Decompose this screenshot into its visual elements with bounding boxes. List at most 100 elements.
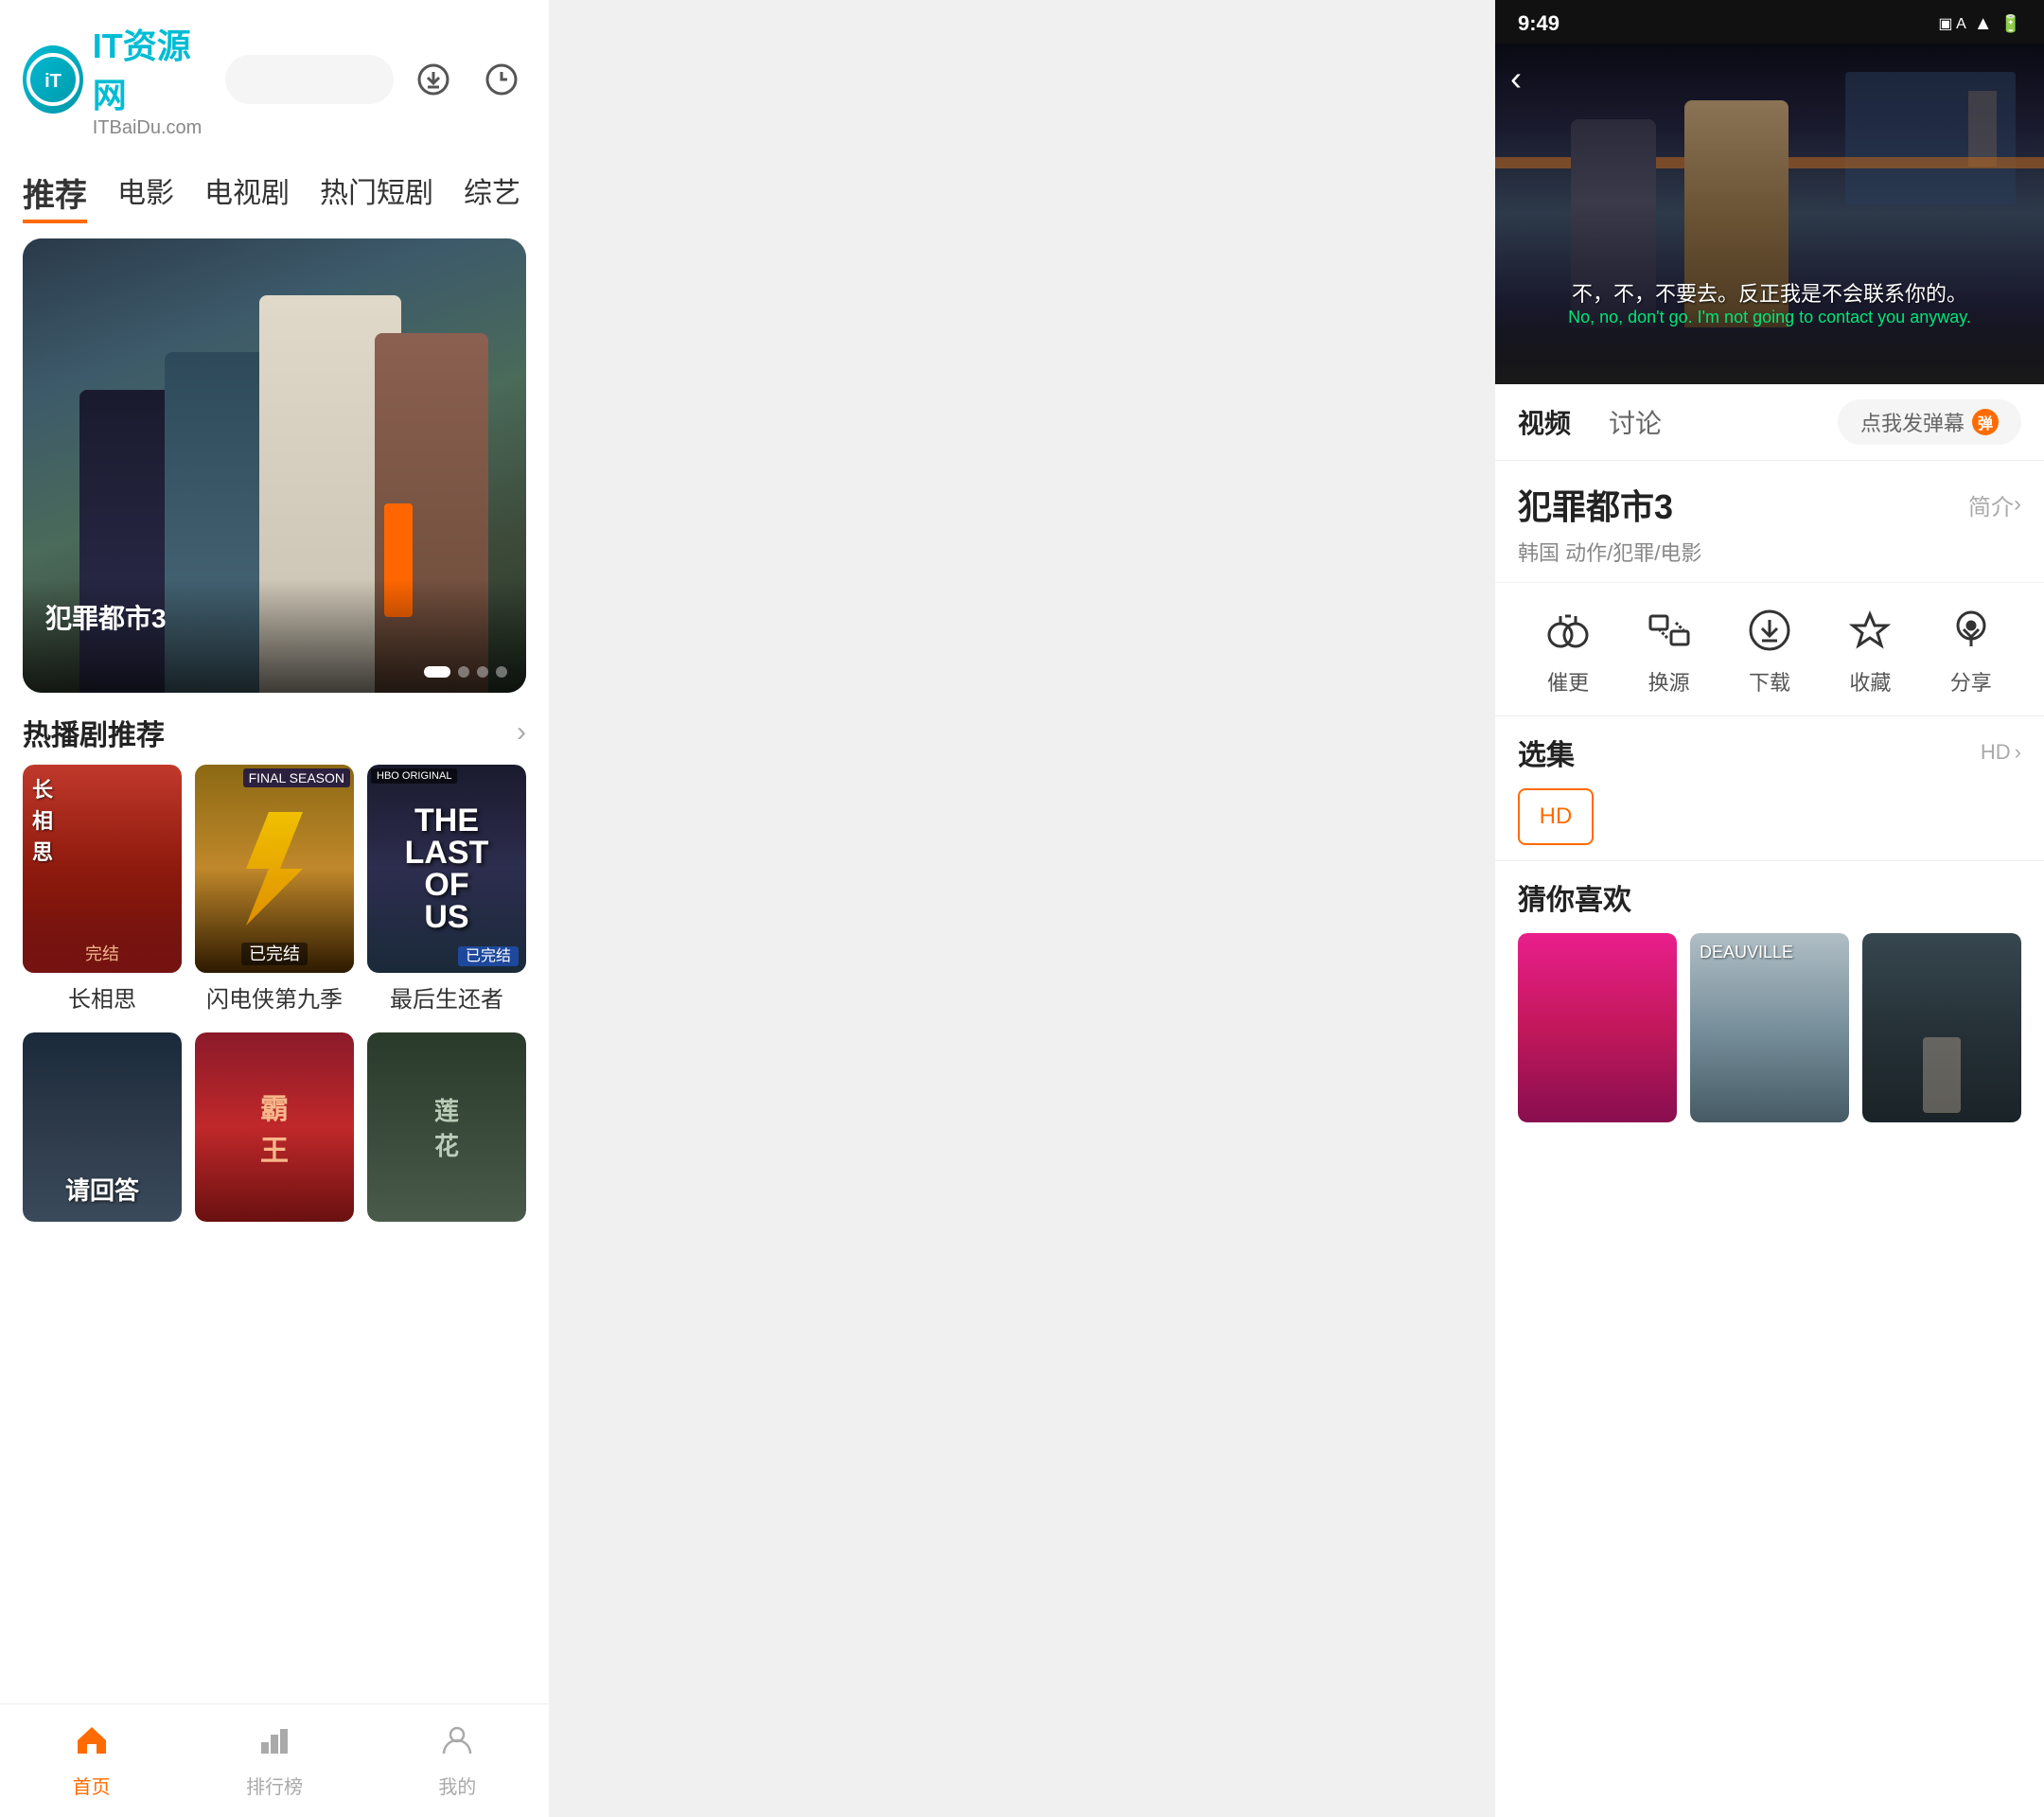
show-card-2[interactable]: FINAL SEASON 已完结 闪电侠第九季 — [195, 765, 354, 1017]
action-download-btn[interactable]: 下载 — [1741, 602, 1798, 697]
battery-icon: 🔋 — [2000, 14, 2021, 34]
action-more-label: 催更 — [1547, 666, 1589, 697]
hot-section-title: 热播剧推荐 — [23, 712, 165, 753]
hero-dots — [424, 666, 507, 678]
action-share-btn[interactable]: 分享 — [1943, 602, 2000, 697]
hero-banner[interactable]: 犯罪都市3 — [23, 238, 526, 693]
nav-home[interactable]: 首页 — [0, 1704, 183, 1817]
action-buttons: 催更 换源 下载 — [1495, 583, 2044, 716]
video-tabs: 视频 讨论 点我发弹幕 弹 — [1495, 384, 2044, 461]
hero-title: 犯罪都市3 — [45, 598, 167, 636]
header: iT IT资源网 ITBaiDu.com — [0, 0, 549, 158]
episode-hd-item[interactable]: HD — [1518, 788, 1594, 845]
tab-tv[interactable]: 电视剧 — [204, 166, 290, 223]
download-icon[interactable] — [409, 55, 458, 104]
action-download-label: 下载 — [1749, 666, 1790, 697]
hot-section-header: 热播剧推荐 › — [0, 693, 549, 765]
dot-1 — [424, 666, 450, 678]
tab-recommend[interactable]: 推荐 — [23, 166, 87, 223]
episode-section: 选集 HD › HD — [1495, 716, 2044, 861]
show-card-4[interactable]: 请回答 — [23, 1032, 182, 1222]
action-collect-label: 收藏 — [1849, 666, 1891, 697]
action-source-label: 换源 — [1648, 666, 1690, 697]
recommend-grid: DEAUVILLE — [1518, 933, 2021, 1122]
episode-list: HD — [1518, 788, 2021, 845]
rec-card-3[interactable] — [1862, 933, 2021, 1122]
search-bar[interactable] — [225, 55, 394, 104]
episode-title: 选集 — [1518, 732, 1575, 773]
left-panel: iT IT资源网 ITBaiDu.com — [0, 0, 549, 1817]
logo-main: IT资源网 — [93, 19, 210, 117]
action-source-btn[interactable]: 换源 — [1641, 602, 1698, 697]
logo-area: iT IT资源网 ITBaiDu.com — [23, 19, 210, 139]
show-card-5[interactable]: 霸王 — [195, 1032, 354, 1222]
source-icon — [1641, 602, 1698, 659]
video-scene: 不，不，不要去。反正我是不会联系你的。 No, no, don't go. I'… — [1495, 44, 2044, 384]
profile-icon — [440, 1723, 474, 1766]
svg-text:iT: iT — [44, 71, 62, 92]
share-icon — [1943, 602, 2000, 659]
danmu-button[interactable]: 点我发弹幕 弹 — [1838, 399, 2021, 445]
card-image-2: FINAL SEASON 已完结 — [195, 765, 354, 973]
video-player[interactable]: 不，不，不要去。反正我是不会联系你的。 No, no, don't go. I'… — [1495, 44, 2044, 384]
ranking-icon — [257, 1723, 291, 1766]
show-card-1[interactable]: 长相思 完结 长相思 — [23, 765, 182, 1017]
dot-3 — [477, 666, 488, 678]
rec-card-1[interactable] — [1518, 933, 1677, 1122]
tab-discussion[interactable]: 讨论 — [1609, 403, 1662, 441]
nav-profile[interactable]: 我的 — [366, 1704, 549, 1817]
dot-4 — [496, 666, 507, 678]
home-icon — [75, 1723, 109, 1766]
recommend-section: 猜你喜欢 DEAUVILLE — [1495, 861, 2044, 1817]
action-collect-btn[interactable]: 收藏 — [1841, 602, 1898, 697]
show-card-6[interactable]: 莲花 — [367, 1032, 526, 1222]
logo-text: IT资源网 ITBaiDu.com — [93, 19, 210, 139]
nav-profile-label: 我的 — [438, 1772, 476, 1799]
show-grid-2: 请回答 霸王 莲花 — [0, 1017, 549, 1222]
movie-info: 犯罪都市3 简介 › 韩国 动作/犯罪/电影 — [1495, 461, 2044, 583]
show-grid: 长相思 完结 长相思 FINAL SEASON — [0, 765, 549, 1017]
rec-card-2[interactable]: DEAUVILLE — [1690, 933, 1849, 1122]
subtitle-area: 不，不，不要去。反正我是不会联系你的。 No, no, don't go. I'… — [1495, 277, 2044, 327]
tab-movies[interactable]: 电影 — [117, 166, 174, 223]
logo-icon: iT — [23, 45, 83, 114]
episode-header: 选集 HD › — [1518, 732, 2021, 773]
wifi-icon: ▲ — [1974, 13, 1993, 35]
card-image-1: 长相思 完结 — [23, 765, 182, 973]
header-icons — [409, 55, 526, 104]
action-more-btn[interactable]: 催更 — [1540, 602, 1596, 697]
tab-video[interactable]: 视频 — [1518, 403, 1571, 441]
show-card-3[interactable]: HBO ORIGINAL THELASTOFUS 已完结 最后生还者 — [367, 765, 526, 1017]
logo-sub: ITBaiDu.com — [93, 117, 210, 139]
panel-gap — [549, 0, 1495, 1817]
show-name-3: 最后生还者 — [367, 973, 526, 1017]
download-icon — [1741, 602, 1798, 659]
intro-link[interactable]: 简介 › — [1968, 488, 2021, 521]
nav-ranking[interactable]: 排行榜 — [183, 1704, 365, 1817]
right-panel: 9:49 ▣ A ▲ 🔋 不，不，不要去。反正我是不会联系你的。 No, no,… — [1495, 0, 2044, 1817]
nav-home-label: 首页 — [73, 1772, 111, 1799]
sim-icon: ▣ A — [1938, 14, 1965, 33]
subtitle-en: No, no, don't go. I'm not going to conta… — [1495, 308, 2044, 327]
action-share-label: 分享 — [1950, 666, 1992, 697]
status-time: 9:49 — [1518, 11, 1559, 36]
card-image-3: HBO ORIGINAL THELASTOFUS 已完结 — [367, 765, 526, 973]
back-button[interactable]: ‹ — [1510, 59, 1522, 98]
more-icon — [1540, 602, 1596, 659]
history-icon[interactable] — [477, 55, 526, 104]
hero-background: 犯罪都市3 — [23, 238, 526, 693]
status-icons: ▣ A ▲ 🔋 — [1938, 13, 2021, 35]
danmu-badge: 弹 — [1972, 409, 1999, 435]
hot-section-arrow[interactable]: › — [517, 716, 526, 749]
recommend-title: 猜你喜欢 — [1518, 876, 2021, 918]
show-name-2: 闪电侠第九季 — [195, 973, 354, 1017]
movie-title-row: 犯罪都市3 简介 › — [1518, 480, 2021, 529]
tab-variety[interactable]: 综艺 — [464, 166, 520, 223]
subtitle-cn: 不，不，不要去。反正我是不会联系你的。 — [1495, 277, 2044, 308]
movie-meta: 韩国 动作/犯罪/电影 — [1518, 537, 2021, 567]
movie-title: 犯罪都市3 — [1518, 480, 1673, 529]
dot-2 — [458, 666, 469, 678]
episode-hd[interactable]: HD › — [1981, 740, 2021, 765]
tab-short[interactable]: 热门短剧 — [320, 166, 433, 223]
nav-ranking-label: 排行榜 — [246, 1772, 303, 1799]
